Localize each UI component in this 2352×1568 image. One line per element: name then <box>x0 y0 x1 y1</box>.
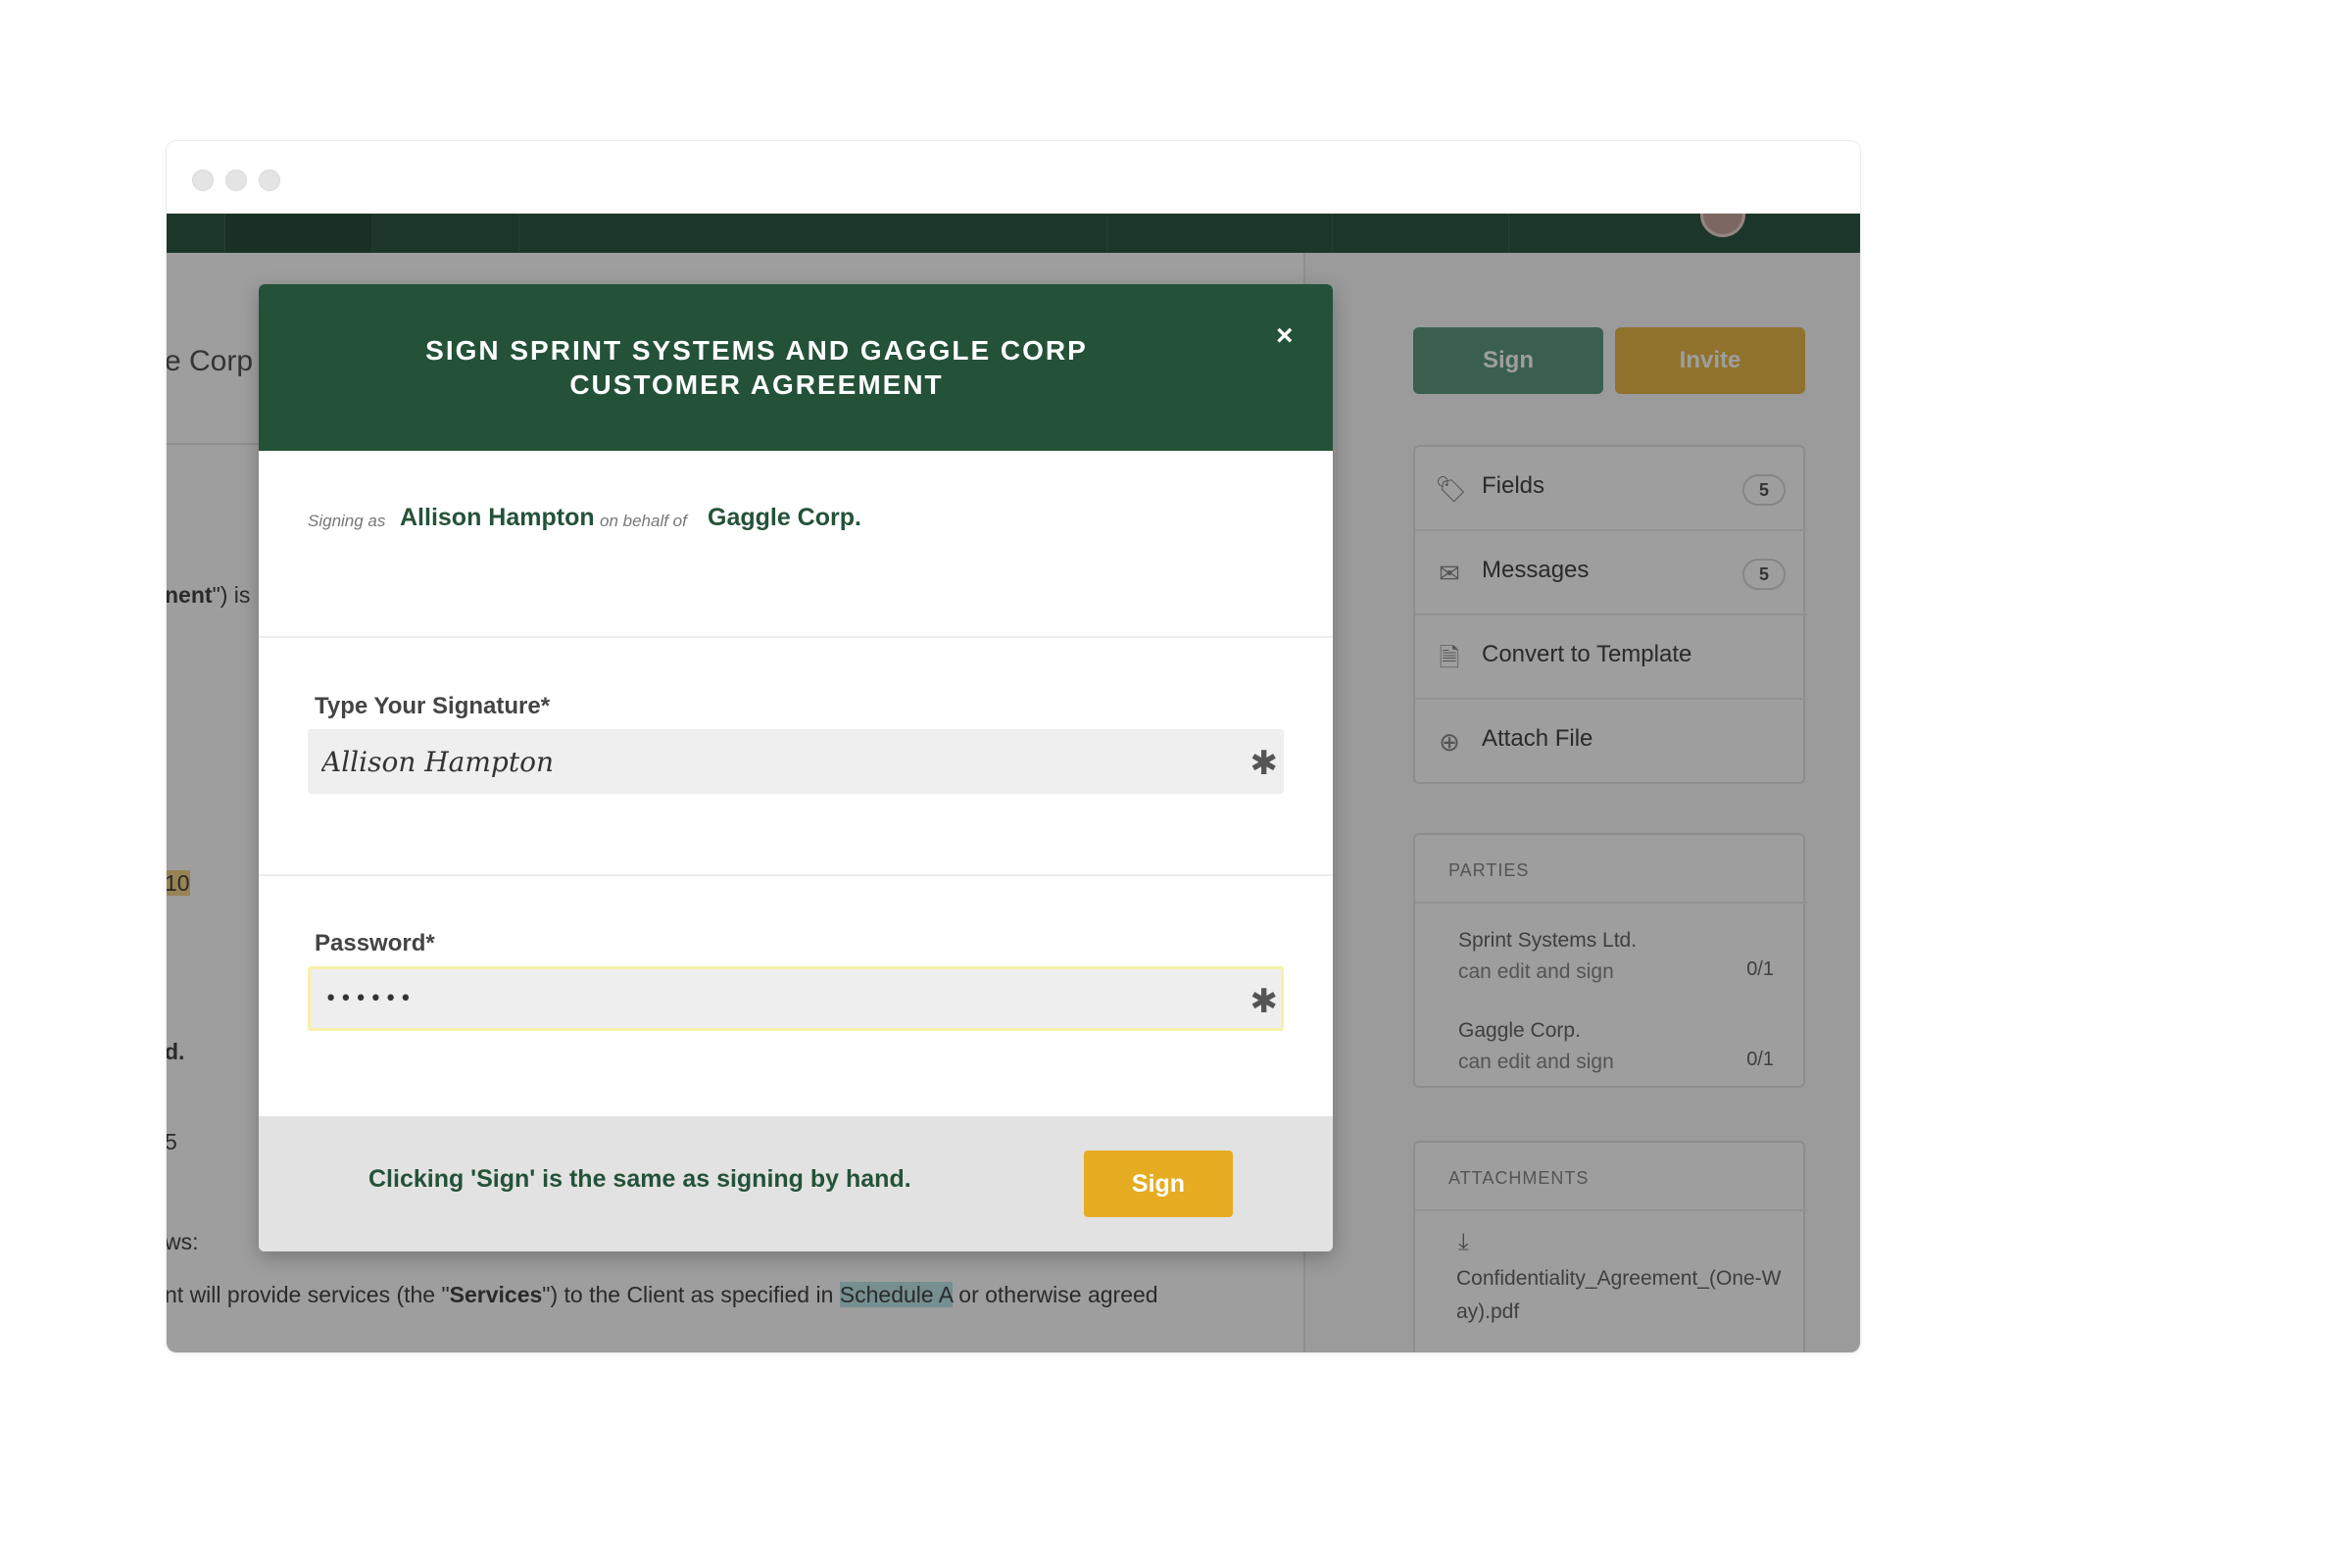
dialog-footer: Clicking 'Sign' is the same as signing b… <box>259 1116 1333 1251</box>
window-titlebar <box>167 141 1860 214</box>
dialog-title: SIGN SPRINT SYSTEMS AND GAGGLE CORP CUST… <box>425 335 1088 400</box>
window-maximize-dot[interactable] <box>259 170 280 191</box>
dialog-header: SIGN SPRINT SYSTEMS AND GAGGLE CORP CUST… <box>259 284 1333 451</box>
sign-dialog: SIGN SPRINT SYSTEMS AND GAGGLE CORP CUST… <box>259 284 1333 1251</box>
required-asterisk-icon: ✱ <box>1250 983 1279 1020</box>
close-icon[interactable]: × <box>1276 319 1294 353</box>
company-name: Gaggle Corp. <box>708 504 861 531</box>
password-field-group: Password* ✱ <box>259 876 1333 1116</box>
signature-field-group: Type Your Signature* ✱ <box>259 638 1333 876</box>
on-behalf-of-label: on behalf of <box>600 512 687 530</box>
signature-input[interactable] <box>308 729 1284 794</box>
signature-label: Type Your Signature* <box>315 693 551 719</box>
signing-as-label: Signing as <box>308 512 386 530</box>
sign-button[interactable]: Sign <box>1084 1151 1233 1217</box>
window-close-dot[interactable] <box>192 170 214 191</box>
signing-as-section: Signing as Allison Hampton on behalf of … <box>259 451 1333 638</box>
signer-name: Allison Hampton <box>400 504 595 531</box>
legal-notice: Clicking 'Sign' is the same as signing b… <box>368 1165 911 1193</box>
password-input[interactable] <box>308 966 1284 1031</box>
password-label: Password* <box>315 930 435 956</box>
window-minimize-dot[interactable] <box>225 170 247 191</box>
required-asterisk-icon: ✱ <box>1250 745 1279 782</box>
